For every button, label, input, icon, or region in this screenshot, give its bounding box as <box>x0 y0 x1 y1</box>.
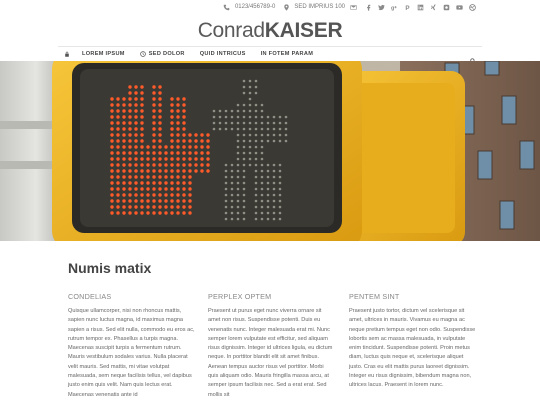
nav-item-label: SED DOLOR <box>148 51 185 57</box>
twitter-icon[interactable] <box>377 3 385 11</box>
column-heading: PENTEM SINT <box>349 292 400 301</box>
column-heading: CONDELIAS <box>68 292 112 301</box>
social-links: g P <box>364 3 476 11</box>
pinterest-icon[interactable]: P <box>403 3 411 11</box>
nav-item-label: QUID INTRICUS <box>199 51 246 57</box>
lock-icon <box>65 51 69 57</box>
page-title: Numis matix <box>68 260 152 276</box>
content-column: PERPLEX OPTEM Praesent ut purus eget nun… <box>208 292 335 400</box>
clock-icon <box>140 51 146 57</box>
site-logo[interactable]: ConradKAISER <box>0 19 540 43</box>
instagram-icon[interactable] <box>442 3 450 11</box>
content-column: PENTEM SINT Praesent justo tortor, dictu… <box>349 292 476 391</box>
nav-item-quid-intricus[interactable]: QUID INTRICUS <box>200 51 246 57</box>
column-text: Praesent justo tortor, dictum vel sceler… <box>349 308 476 389</box>
address-text: SED IMPRIUS 100 <box>294 4 345 10</box>
column-text: Praesent ut purus eget nunc viverra orna… <box>208 308 333 398</box>
logo-text-light: Conrad <box>197 19 265 42</box>
nav-item-label: IN FOTEM PARAM <box>260 51 314 57</box>
facebook-icon[interactable] <box>364 3 372 11</box>
linkedin-icon[interactable] <box>416 3 424 11</box>
logo-text-bold: KAISER <box>264 19 343 42</box>
phone-icon <box>223 3 231 11</box>
phone-number[interactable]: 0123/456789-0 <box>235 4 275 10</box>
nav-item-lorem-ipsum[interactable]: LOREM IPSUM <box>82 51 125 57</box>
nav-item-sed-dolor[interactable]: SED DOLOR <box>140 51 185 57</box>
nav-home[interactable] <box>64 51 70 57</box>
youtube-icon[interactable] <box>455 3 463 11</box>
main-content: Numis matix CONDELIAS Quisque ullamcorpe… <box>0 241 540 405</box>
svg-text:P: P <box>405 4 409 10</box>
nav-item-in-fotem-param[interactable]: IN FOTEM PARAM <box>261 51 314 57</box>
column-heading: PERPLEX OPTEM <box>208 292 272 301</box>
content-column: CONDELIAS Quisque ullamcorper, nisi non … <box>68 292 195 400</box>
svg-text:g: g <box>391 5 395 10</box>
envelope-icon[interactable] <box>349 3 357 11</box>
xing-icon[interactable] <box>429 3 437 11</box>
nav-item-label: LOREM IPSUM <box>82 51 125 57</box>
dribbble-icon[interactable] <box>468 3 476 11</box>
map-pin-icon <box>282 3 290 11</box>
main-navigation: LOREM IPSUM SED DOLOR QUID INTRICUS IN F… <box>58 46 482 64</box>
column-text: Quisque ullamcorper, nisi non rhoncus ma… <box>68 308 195 398</box>
google-plus-icon[interactable]: g <box>390 3 398 11</box>
hero-image <box>0 61 540 241</box>
top-contact-bar: 0123/456789-0 SED IMPRIUS 100 g P <box>0 0 540 16</box>
